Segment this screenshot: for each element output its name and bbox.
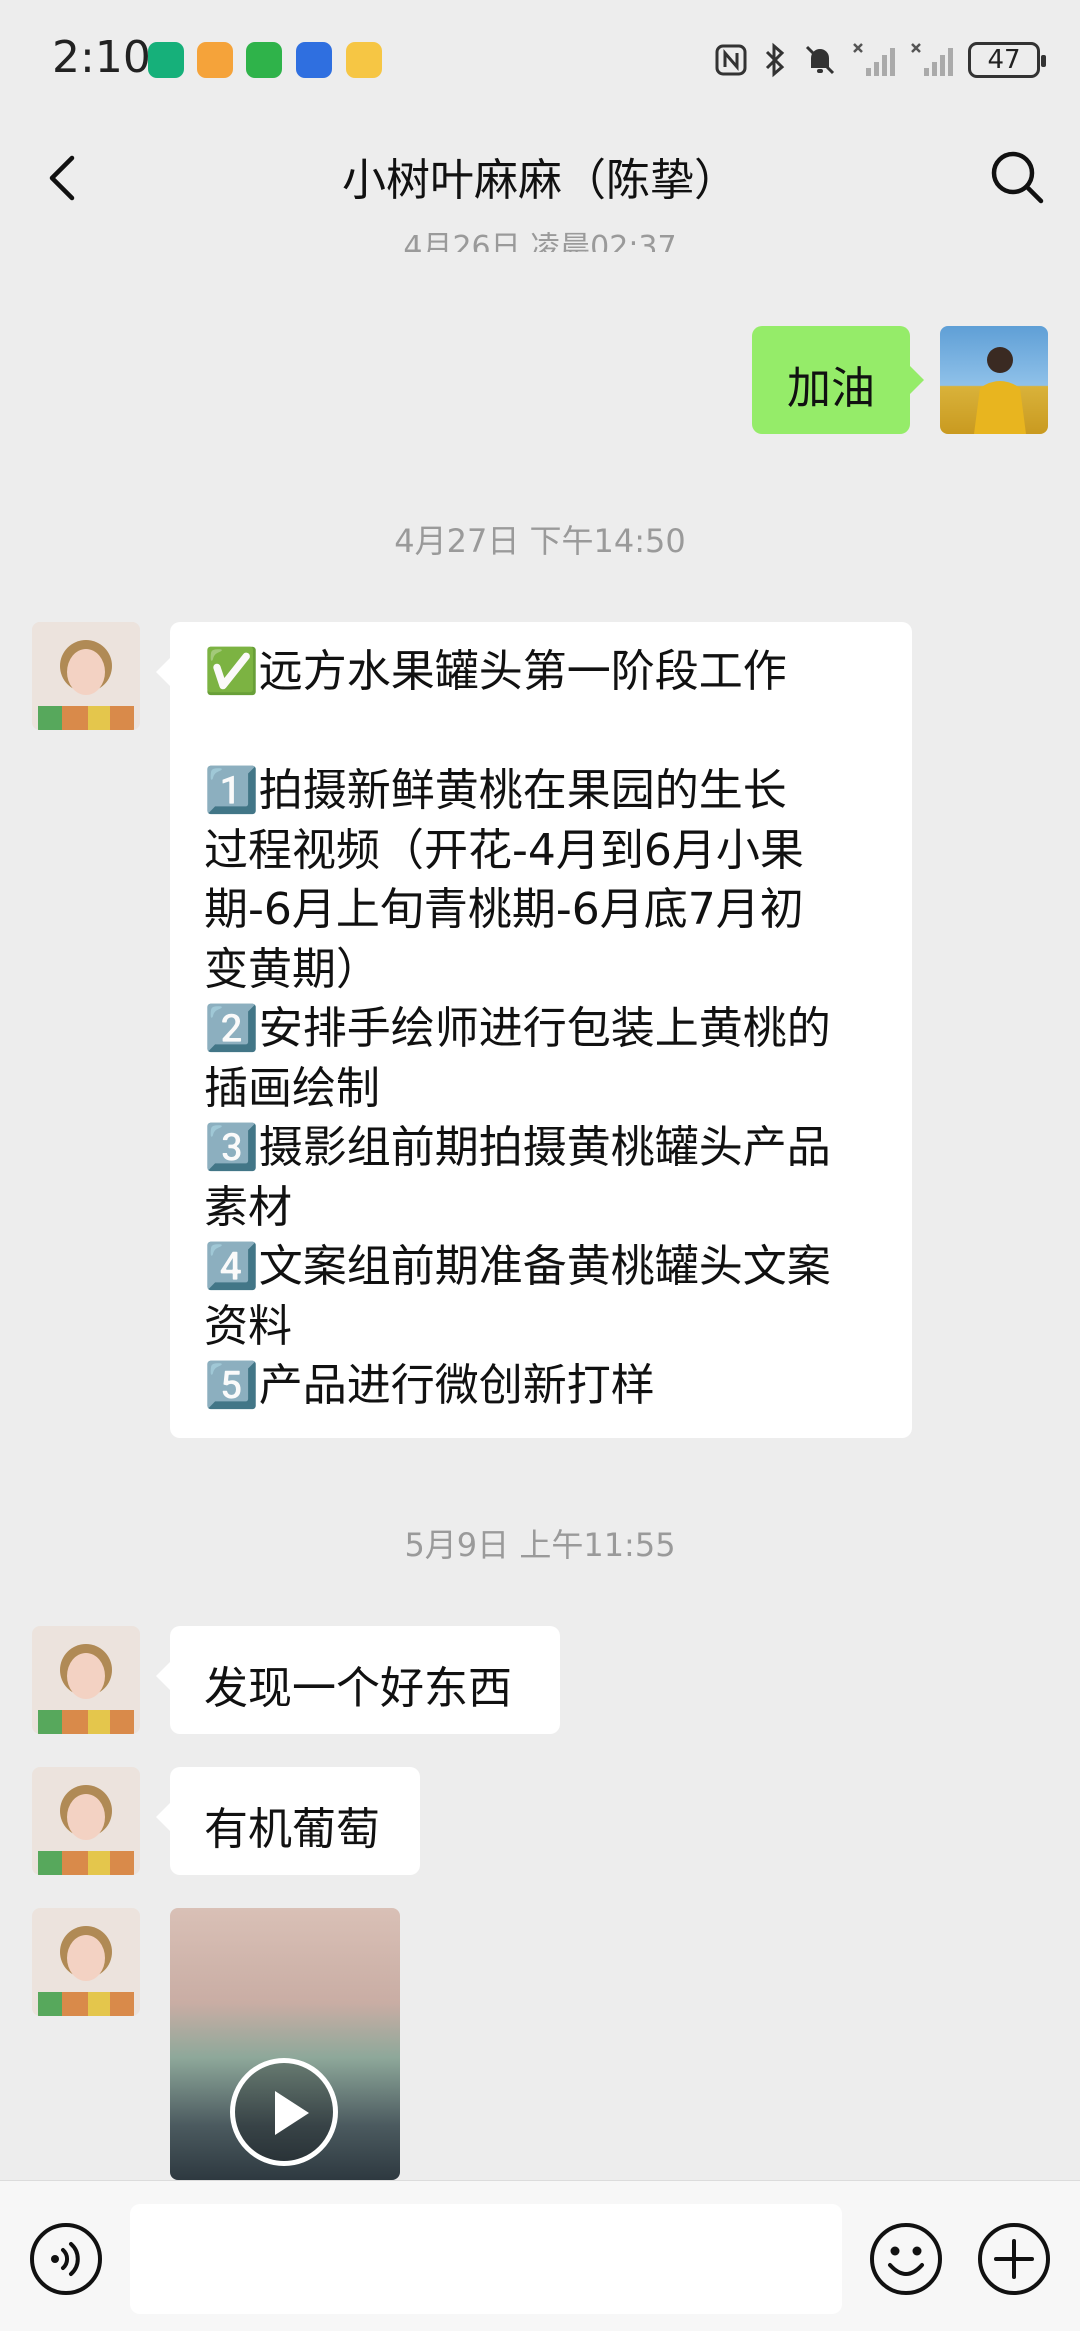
signal-icon bbox=[853, 43, 895, 76]
message-text: 发现一个好东西 bbox=[204, 1663, 512, 1714]
contact-avatar[interactable] bbox=[32, 1908, 140, 2016]
chat-header: 小树叶麻麻（陈挚） bbox=[0, 122, 1080, 232]
message-text: 加油 bbox=[787, 363, 875, 414]
app-notification-icon bbox=[346, 42, 382, 78]
contact-avatar[interactable] bbox=[32, 1626, 140, 1734]
signal-icon bbox=[911, 43, 953, 76]
voice-input-icon[interactable] bbox=[28, 2221, 104, 2297]
status-indicators: 47 bbox=[714, 38, 1046, 82]
message-text: ✅远方水果罐头第一阶段工作 1️⃣拍摄新鲜黄桃在果园的生长 过程视频（开花-4月… bbox=[204, 646, 831, 1411]
timestamp: 4月27日 下午14:50 bbox=[394, 522, 686, 560]
chat-title: 小树叶麻麻（陈挚） bbox=[342, 155, 738, 206]
input-bar bbox=[0, 2180, 1080, 2331]
add-more-icon[interactable] bbox=[976, 2221, 1052, 2297]
search-icon[interactable] bbox=[986, 146, 1048, 208]
mute-bell-icon bbox=[805, 45, 835, 75]
video-message-thumbnail[interactable] bbox=[170, 1908, 400, 2180]
chat-screen: 2:10 47 小树叶麻麻（陈挚） 4月26日 凌晨02:37 加油 4月27日… bbox=[0, 0, 1080, 2331]
incoming-message-bubble[interactable]: 有机葡萄 bbox=[156, 1767, 420, 1875]
battery-icon: 47 bbox=[968, 42, 1046, 78]
contact-avatar[interactable] bbox=[32, 622, 140, 730]
status-bar: 2:10 47 bbox=[0, 0, 1080, 122]
contact-photo bbox=[32, 1767, 140, 1875]
contact-photo bbox=[32, 1626, 140, 1734]
contact-photo bbox=[32, 622, 140, 730]
battery-level: 47 bbox=[987, 45, 1021, 75]
outgoing-message-bubble[interactable]: 加油 bbox=[752, 326, 924, 434]
app-notification-icon bbox=[246, 42, 282, 78]
emoji-icon[interactable] bbox=[868, 2221, 944, 2297]
person-silhouette-icon bbox=[974, 347, 1026, 434]
app-notification-icon bbox=[148, 42, 184, 78]
message-text: 有机葡萄 bbox=[204, 1804, 380, 1855]
nfc-icon bbox=[715, 44, 747, 76]
app-notification-icon bbox=[197, 42, 233, 78]
timestamp: 5月9日 上午11:55 bbox=[404, 1526, 676, 1564]
status-time: 2:10 bbox=[52, 32, 151, 83]
play-icon[interactable] bbox=[230, 2058, 338, 2166]
incoming-message-bubble[interactable]: ✅远方水果罐头第一阶段工作 1️⃣拍摄新鲜黄桃在果园的生长 过程视频（开花-4月… bbox=[156, 622, 912, 1438]
bluetooth-icon bbox=[765, 42, 785, 78]
my-avatar[interactable] bbox=[940, 326, 1048, 434]
contact-avatar[interactable] bbox=[32, 1767, 140, 1875]
app-notification-icon bbox=[296, 42, 332, 78]
contact-photo bbox=[32, 1908, 140, 2016]
message-input[interactable] bbox=[130, 2204, 842, 2314]
incoming-message-bubble[interactable]: 发现一个好东西 bbox=[156, 1626, 560, 1734]
